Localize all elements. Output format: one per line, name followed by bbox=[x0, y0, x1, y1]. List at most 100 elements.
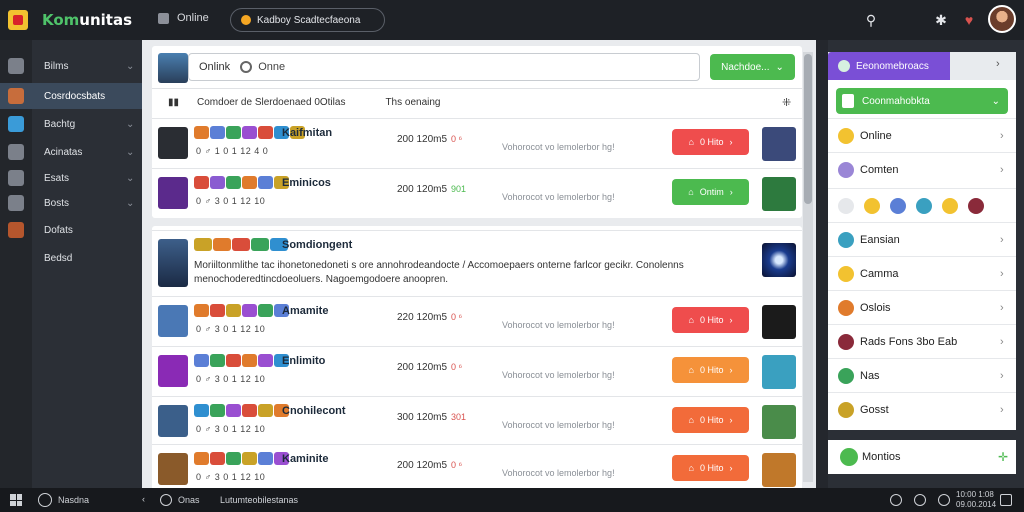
user-avatar[interactable] bbox=[988, 5, 1016, 33]
main-scrollbar[interactable] bbox=[803, 52, 813, 482]
emoji-icon[interactable] bbox=[942, 197, 958, 214]
add-icon[interactable]: ✛ bbox=[998, 450, 1008, 464]
right-panel-item[interactable]: Nas › bbox=[828, 358, 1016, 392]
search-icon[interactable]: ⚲ bbox=[862, 11, 880, 29]
app-logo-icon[interactable] bbox=[8, 10, 28, 30]
right-panel-tab[interactable]: Eeonomebroacs bbox=[828, 52, 950, 80]
member-name[interactable]: Kaifmitan bbox=[282, 127, 332, 139]
member-name[interactable]: Amamite bbox=[282, 305, 328, 317]
member-thumbnail[interactable] bbox=[762, 305, 796, 339]
member-avatar[interactable] bbox=[158, 127, 188, 159]
filter-sort-text[interactable]: Ths oenaing bbox=[385, 97, 440, 108]
chevron-right-icon: › bbox=[1000, 267, 1004, 280]
leaf-icon bbox=[840, 448, 858, 466]
emoji-icon[interactable] bbox=[864, 197, 880, 214]
badge-icon bbox=[194, 354, 209, 367]
taskbar-app-1[interactable]: Onas bbox=[178, 495, 200, 505]
sidebar-item-2[interactable]: Cosrdocsbats bbox=[0, 83, 142, 109]
nav-online[interactable]: Online bbox=[158, 12, 209, 24]
search-input[interactable]: Onlink Onne bbox=[188, 53, 700, 81]
member-action-button[interactable]: ⌂ 0 Hito › bbox=[672, 307, 749, 333]
create-button[interactable]: Nachdoe... ⌄ bbox=[710, 54, 795, 80]
sidebar-item-label: Esats bbox=[44, 172, 70, 184]
sidebar-item-3[interactable]: Bachtg ⌄ bbox=[0, 111, 142, 137]
member-action-label: 0 Hito bbox=[699, 463, 724, 473]
member-action-button[interactable]: ⌂ Ontim › bbox=[672, 179, 749, 205]
member-action-button[interactable]: ⌂ 0 Hito › bbox=[672, 357, 749, 383]
emoji-icon[interactable] bbox=[968, 197, 984, 214]
member-thumbnail[interactable] bbox=[762, 177, 796, 211]
chevron-right-icon: › bbox=[1000, 369, 1004, 382]
tray-icon-2[interactable] bbox=[914, 494, 926, 506]
right-panel-item[interactable]: Oslois › bbox=[828, 290, 1016, 324]
filter-text[interactable]: Comdoer de Slerdoenaed 0Otilas bbox=[197, 97, 345, 108]
member-row[interactable]: Kaifmitan 0 ♂ 1 0 1 12 4 0 200 120m5 0 ⁶ Voh… bbox=[152, 118, 802, 166]
member-name[interactable]: Cnohilecont bbox=[282, 405, 346, 417]
member-row[interactable]: Cnohilecont 0 ♂ 3 0 1 12 10 300 120m5 301 Vo… bbox=[152, 396, 802, 444]
grid-view-icon[interactable]: ⁜ bbox=[782, 96, 791, 109]
member-thumbnail[interactable] bbox=[762, 405, 796, 439]
member-row[interactable]: Kaminite 0 ♂ 3 0 1 12 10 200 120m5 0 ⁶ Vohor… bbox=[152, 444, 802, 492]
right-panel-footer[interactable]: Montios ✛ bbox=[828, 440, 1016, 474]
windows-start-icon[interactable] bbox=[10, 494, 22, 506]
taskbar-app-icon[interactable] bbox=[160, 494, 172, 506]
member-avatar[interactable] bbox=[158, 355, 188, 387]
chevron-right-icon: › bbox=[729, 315, 733, 325]
member-description: Vohorocot vo lemolerbor hg! bbox=[502, 192, 615, 202]
member-name[interactable]: Kaminite bbox=[282, 453, 328, 465]
scrollbar-thumb[interactable] bbox=[804, 54, 812, 204]
emoji-icon[interactable] bbox=[838, 197, 854, 214]
right-panel-item[interactable]: Comten › bbox=[828, 152, 1016, 186]
taskbar-back-icon[interactable]: ‹ bbox=[142, 494, 145, 504]
taskbar-app-2[interactable]: Lutumteobilestanas bbox=[220, 495, 298, 505]
member-badges bbox=[194, 176, 289, 189]
member-action-button[interactable]: ⌂ 0 Hito › bbox=[672, 129, 749, 155]
right-panel-item[interactable]: Rads Fons 3bo Eab › bbox=[828, 324, 1016, 358]
taskbar-search-text[interactable]: Nasdna bbox=[58, 495, 89, 505]
member-avatar[interactable] bbox=[158, 177, 188, 209]
right-panel-item[interactable]: Eansian › bbox=[828, 222, 1016, 256]
sidebar-item-5[interactable]: Esats ⌄ bbox=[0, 165, 142, 191]
document-icon bbox=[842, 94, 854, 108]
tray-icon-1[interactable] bbox=[890, 494, 902, 506]
right-panel-item[interactable]: Online › bbox=[828, 118, 1016, 152]
member-thumbnail[interactable] bbox=[762, 127, 796, 161]
member-name[interactable]: Enlimito bbox=[282, 355, 325, 367]
member-row[interactable]: Enlimito 0 ♂ 3 0 1 12 10 200 120m5 0 ⁶ Vohor… bbox=[152, 346, 802, 394]
member-thumbnail[interactable] bbox=[762, 453, 796, 487]
taskbar-clock[interactable]: 10:00 1:08 09.00.2014 bbox=[956, 490, 996, 510]
group-selector-pill[interactable]: Kadboy Scadtecfaeona bbox=[230, 8, 385, 32]
taskbar-search-icon[interactable] bbox=[38, 493, 52, 507]
sidebar-item-6[interactable]: Bosts ⌄ bbox=[0, 190, 142, 216]
sidebar-item-1[interactable]: Bilms ⌄ bbox=[0, 53, 142, 79]
notification-heart-icon[interactable]: ♥ bbox=[960, 11, 978, 29]
right-panel-item-label: Camma bbox=[860, 267, 899, 280]
puzzle-settings-icon[interactable]: ✱ bbox=[932, 11, 950, 29]
emoji-icon[interactable] bbox=[890, 197, 906, 214]
category-dropdown[interactable]: Coonmahobkta ⌄ bbox=[836, 88, 1008, 114]
member-name[interactable]: Eminicos bbox=[282, 177, 331, 189]
featured-thumbnail[interactable] bbox=[762, 243, 796, 277]
member-avatar[interactable] bbox=[158, 305, 188, 337]
chevron-down-icon: ⌄ bbox=[991, 95, 1000, 107]
right-panel-item[interactable]: Gosst › bbox=[828, 392, 1016, 426]
member-action-button[interactable]: ⌂ 0 Hito › bbox=[672, 407, 749, 433]
member-row[interactable]: Eminicos 0 ♂ 3 0 1 12 10 200 120m5 901 Vohor… bbox=[152, 168, 802, 216]
emoji-icon[interactable] bbox=[916, 197, 932, 214]
member-avatar[interactable] bbox=[158, 453, 188, 485]
sidebar-item-8[interactable]: Bedsd bbox=[0, 245, 142, 271]
featured-post[interactable]: Somdiongent Moriiltonmlithe tac ihoneton… bbox=[152, 230, 802, 296]
notification-center-icon[interactable] bbox=[1000, 494, 1012, 506]
member-stat-mark: 301 bbox=[451, 412, 467, 422]
community-avatar[interactable] bbox=[158, 53, 188, 83]
member-thumbnail[interactable] bbox=[762, 355, 796, 389]
chevron-right-icon[interactable]: › bbox=[996, 58, 1000, 70]
right-panel-item[interactable]: Camma › bbox=[828, 256, 1016, 290]
sidebar-item-4[interactable]: Acinatas ⌄ bbox=[0, 139, 142, 165]
member-action-button[interactable]: ⌂ 0 Hito › bbox=[672, 455, 749, 481]
member-row[interactable]: Amamite 0 ♂ 3 0 1 12 10 220 120m5 0 ⁶ Vohoro… bbox=[152, 296, 802, 344]
tray-icon-3[interactable] bbox=[938, 494, 950, 506]
sidebar-item-7[interactable]: Dofats bbox=[0, 217, 142, 243]
member-avatar[interactable] bbox=[158, 405, 188, 437]
sort-icon[interactable]: ▮▮ bbox=[168, 97, 179, 108]
